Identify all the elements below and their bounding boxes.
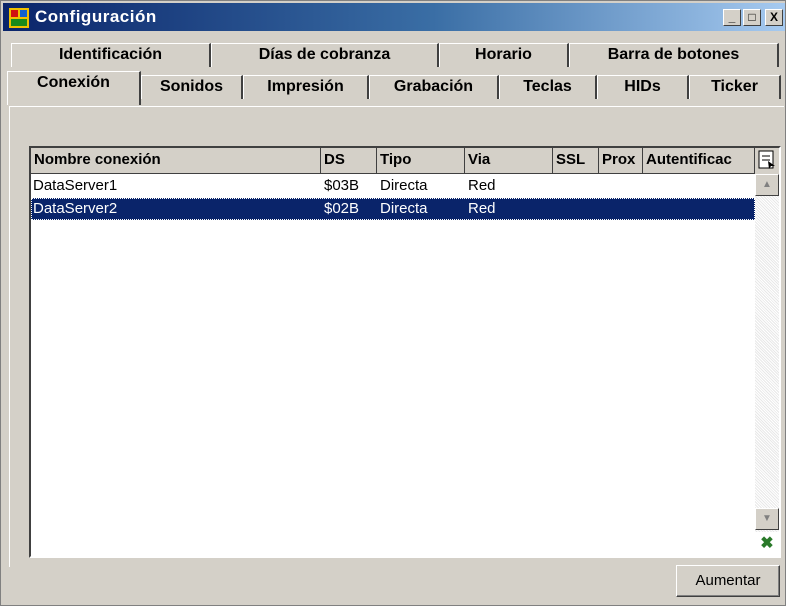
vertical-scrollbar[interactable]: ▲ ▼ ✖ [755, 174, 779, 556]
tab-label: Sonidos [159, 78, 224, 95]
tab-barra-de-botones[interactable]: Barra de botones [569, 43, 779, 67]
tab-label: Ticker [711, 78, 758, 95]
column-header-ds[interactable]: DS [321, 148, 377, 174]
tab-label: Impresión [267, 78, 344, 95]
tab-grabacion[interactable]: Grabación [369, 75, 499, 99]
aumentar-label: Aumentar [695, 572, 761, 589]
tab-label: Días de cobranza [258, 46, 391, 63]
cell-tipo: Directa [380, 200, 428, 217]
tab-ticker[interactable]: Ticker [689, 75, 781, 99]
excel-export-icon[interactable]: ✖ [755, 532, 779, 556]
minimize-button[interactable]: _ [723, 9, 741, 26]
table-row[interactable]: DataServer1 $03B Directa Red [31, 175, 755, 197]
cell-ds: $03B [324, 177, 360, 194]
scroll-down-button[interactable]: ▼ [755, 508, 779, 530]
scroll-up-button[interactable]: ▲ [755, 174, 779, 196]
tab-label: Horario [475, 46, 532, 63]
column-header-ssl[interactable]: SSL [553, 148, 599, 174]
tab-horario[interactable]: Horario [439, 43, 569, 67]
tab-hids[interactable]: HIDs [597, 75, 689, 99]
tab-teclas[interactable]: Teclas [499, 75, 597, 99]
tab-identificacion[interactable]: Identificación [11, 43, 211, 67]
tab-strip: Identificación Días de cobranza Horario … [3, 33, 785, 105]
maximize-button[interactable]: □ [743, 9, 761, 26]
tab-label: Barra de botones [607, 46, 740, 63]
column-header-tipo[interactable]: Tipo [377, 148, 465, 174]
column-header-nombre[interactable]: Nombre conexión [31, 148, 321, 174]
cell-nombre: DataServer1 [33, 177, 118, 194]
connection-list[interactable]: Nombre conexión DS Tipo Via SSL Prox Aut… [29, 146, 781, 558]
app-icon [9, 8, 29, 28]
title-bar[interactable]: Configuración _ □ X [3, 3, 785, 31]
tab-sonidos[interactable]: Sonidos [141, 75, 243, 99]
window-title: Configuración [35, 7, 157, 26]
column-chooser-icon[interactable] [758, 150, 776, 170]
column-header-autentificacion[interactable]: Autentificac [643, 148, 755, 174]
tab-impresion[interactable]: Impresión [243, 75, 369, 99]
list-header: Nombre conexión DS Tipo Via SSL Prox Aut… [31, 148, 779, 174]
cell-tipo: Directa [380, 177, 428, 194]
configuracion-window: Configuración _ □ X Identificación Días … [0, 0, 786, 606]
column-header-via[interactable]: Via [465, 148, 553, 174]
column-header-prox[interactable]: Prox [599, 148, 643, 174]
aumentar-button[interactable]: Aumentar [676, 565, 780, 597]
tab-label: Grabación [393, 78, 474, 95]
tab-dias-de-cobranza[interactable]: Días de cobranza [211, 43, 439, 67]
close-button[interactable]: X [765, 9, 783, 26]
tab-label: HIDs [624, 78, 661, 95]
tab-label: Identificación [58, 46, 163, 63]
arrow-up-icon: ▲ [762, 179, 772, 190]
arrow-down-icon: ▼ [762, 513, 772, 524]
tab-conexion[interactable]: Conexión [7, 71, 141, 105]
cell-via: Red [468, 200, 496, 217]
cell-via: Red [468, 177, 496, 194]
cell-ds: $02B [324, 200, 360, 217]
table-row-selected[interactable]: DataServer2 $02B Directa Red [31, 198, 755, 220]
cell-nombre: DataServer2 [33, 200, 118, 217]
tab-label: Conexión [37, 74, 110, 91]
tab-label: Teclas [523, 78, 572, 95]
